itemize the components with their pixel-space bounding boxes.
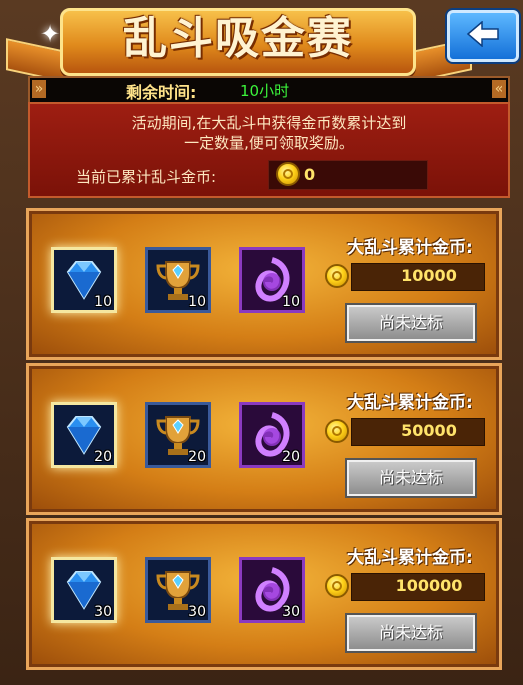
info-panel: 活动期间,在大乱斗中获得金币数累计达到 一定数量,便可领取奖励。 当前已累计乱斗… (28, 102, 510, 198)
reward-count: 20 (282, 449, 300, 465)
reward-slot-trophy[interactable]: 10 (145, 247, 211, 313)
requirement-label: 大乱斗累计金币: (347, 238, 473, 258)
reward-slot-trophy[interactable]: 20 (145, 402, 211, 468)
reward-slot-diamond[interactable]: 30 (51, 557, 117, 623)
reward-count: 20 (94, 449, 112, 465)
page-title: 乱斗吸金赛 (123, 13, 353, 64)
description-line-2: 一定数量,便可领取奖励。 (184, 134, 354, 152)
claim-status-button[interactable]: 尚未达标 (347, 615, 475, 651)
coin-icon (325, 574, 349, 598)
requirement-value: 50000 (401, 421, 457, 440)
coin-icon (325, 264, 349, 288)
requirement-label: 大乱斗累计金币: (347, 393, 473, 413)
reward-slot-diamond[interactable]: 20 (51, 402, 117, 468)
reward-count: 10 (94, 294, 112, 310)
reward-tier-2: 20 20 20 大乱斗累计金币: 50000 尚未达标 (26, 363, 502, 515)
reward-tier-3: 30 30 30 大乱斗累计金币: 100000 尚未达标 (26, 518, 502, 670)
back-arrow-icon (466, 21, 499, 47)
reward-slot-orb[interactable]: 10 (239, 247, 305, 313)
requirement-value: 100000 (395, 576, 463, 595)
reward-count: 30 (188, 604, 206, 620)
reward-count: 30 (94, 604, 112, 620)
requirement-label: 大乱斗累计金币: (347, 548, 473, 568)
current-total-label: 当前已累计乱斗金币: (76, 168, 217, 186)
reward-slot-orb[interactable]: 20 (239, 402, 305, 468)
description-line-1: 活动期间,在大乱斗中获得金币数累计达到 (131, 114, 407, 132)
coin-icon (276, 162, 300, 186)
claim-status-button[interactable]: 尚未达标 (347, 460, 475, 496)
back-button[interactable] (447, 10, 519, 62)
timer-bar: » 剩余时间: 10小时 « (28, 76, 510, 104)
reward-count: 30 (282, 604, 300, 620)
reward-tier-1: 10 10 10 大乱斗累计金币: 10000 尚未达标 (26, 208, 502, 360)
reward-slot-orb[interactable]: 30 (239, 557, 305, 623)
coin-icon (325, 419, 349, 443)
chevron-right-icon: « (492, 80, 506, 98)
reward-count: 20 (188, 449, 206, 465)
reward-slot-trophy[interactable]: 30 (145, 557, 211, 623)
chevron-left-icon: » (32, 80, 46, 98)
reward-count: 10 (282, 294, 300, 310)
reward-count: 10 (188, 294, 206, 310)
claim-status-button[interactable]: 尚未达标 (347, 305, 475, 341)
game-window: ✦ 乱斗吸金赛 » 剩余时间: 10小时 « 活动期间,在大乱斗中获得金币数累计… (0, 0, 523, 685)
timer-label: 剩余时间: (126, 83, 197, 102)
timer-value: 10小时 (240, 82, 290, 100)
current-total-value: 0 (304, 165, 316, 184)
reward-slot-diamond[interactable]: 10 (51, 247, 117, 313)
requirement-value: 10000 (401, 266, 457, 285)
